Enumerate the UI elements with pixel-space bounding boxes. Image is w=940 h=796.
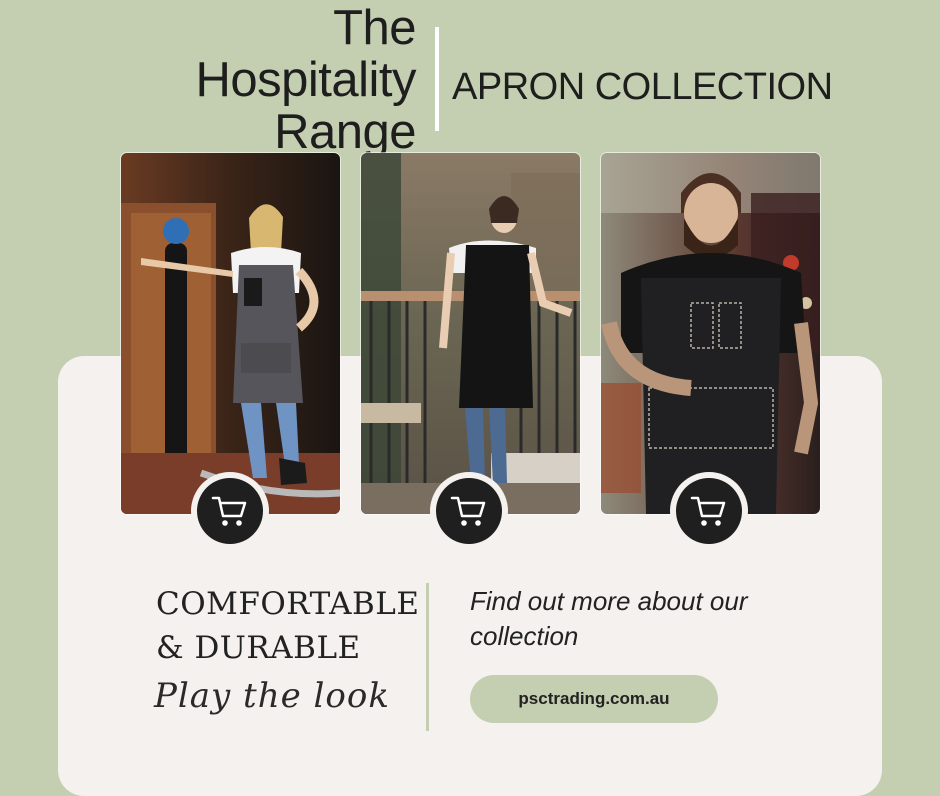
title-line: The xyxy=(333,1,416,55)
tagline-line: COMFORTABLE xyxy=(156,586,420,622)
tagline-line: & DURABLE xyxy=(156,630,361,666)
apron-model-photo xyxy=(601,153,820,514)
product-photo-3[interactable] xyxy=(601,153,820,514)
shopping-cart-icon xyxy=(450,496,486,526)
page-subtitle: APRON COLLECTION xyxy=(452,66,833,108)
tagline: COMFORTABLE & DURABLE xyxy=(156,582,419,670)
script-tagline: Play the look xyxy=(154,676,390,716)
section-divider xyxy=(426,583,429,731)
shopping-cart-icon xyxy=(690,496,726,526)
apron-model-photo xyxy=(361,153,580,514)
title-line: Range xyxy=(274,105,416,159)
title-line: Hospitality xyxy=(195,53,416,107)
cart-button-2[interactable] xyxy=(430,472,508,550)
product-photo-2[interactable] xyxy=(361,153,580,514)
cart-button-3[interactable] xyxy=(670,472,748,550)
title-divider xyxy=(435,27,439,131)
cart-button-1[interactable] xyxy=(191,472,269,550)
website-link-button[interactable]: psctrading.com.au xyxy=(470,675,718,723)
apron-model-photo xyxy=(121,153,340,514)
find-more-text: Find out more about our collection xyxy=(470,586,748,651)
product-photo-1[interactable] xyxy=(121,153,340,514)
page-title: The Hospitality Range xyxy=(150,2,416,158)
shopping-cart-icon xyxy=(211,496,247,526)
